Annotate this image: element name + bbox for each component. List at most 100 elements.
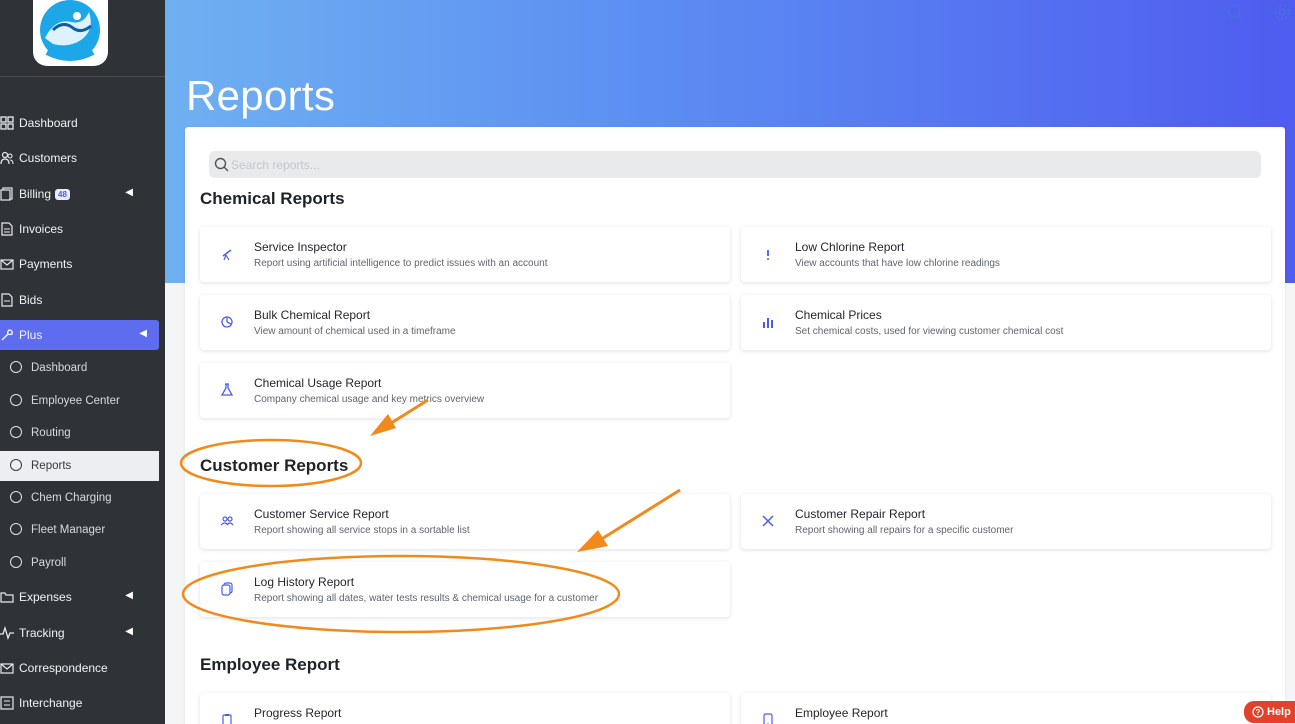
clipboard-icon <box>222 714 232 724</box>
billing-count-badge: 48 <box>55 189 70 200</box>
bar-chart-icon <box>763 318 773 328</box>
report-description: Report showing all repairs for a specifi… <box>795 525 1014 536</box>
dashboard-icon <box>0 116 14 130</box>
report-title: Employee Report <box>795 706 888 720</box>
exclamation-icon <box>767 250 769 260</box>
payments-icon <box>0 259 14 270</box>
sidebar-subitem-label: Reports <box>31 460 72 472</box>
chevron-left-icon: ◀ <box>125 590 133 601</box>
sidebar-divider <box>0 76 165 77</box>
sidebar-item-invoices[interactable]: Invoices <box>0 214 159 244</box>
report-description: Report showing all dates, water tests re… <box>254 593 599 604</box>
sidebar-item-customers[interactable]: Customers <box>0 143 159 173</box>
reports-panel <box>185 127 1285 724</box>
report-title: Log History Report <box>254 575 355 589</box>
search-bar[interactable] <box>209 151 1261 178</box>
sidebar-subitem-chem-charging[interactable]: Chem Charging <box>0 483 159 513</box>
sidebar-subitem-label: Routing <box>31 427 71 439</box>
help-icon: ? <box>1252 706 1264 718</box>
report-description: Report showing all service stops in a so… <box>254 525 470 536</box>
sidebar-item-label: Correspondence <box>19 661 108 675</box>
copy-icon <box>221 582 233 596</box>
search-input[interactable] <box>231 151 1251 178</box>
report-description: Set chemical costs, used for viewing cus… <box>795 326 1064 337</box>
section-title-employee-report: Employee Report <box>200 655 340 674</box>
sidebar-subitem-label: Chem Charging <box>31 492 112 504</box>
svg-text:?: ? <box>1256 708 1261 717</box>
sidebar-subitem-employee-center[interactable]: Employee Center <box>0 386 159 416</box>
sidebar-item-dashboard[interactable]: Dashboard <box>0 108 159 138</box>
report-title: Customer Repair Report <box>795 507 926 521</box>
report-card-log-history[interactable]: Log History Report Report showing all da… <box>200 562 730 617</box>
report-description: View accounts that have low chlorine rea… <box>795 258 1000 269</box>
sidebar-item-label: Customers <box>19 151 78 165</box>
chevron-left-icon: ◀ <box>125 626 133 637</box>
sidebar-subitem-reports[interactable]: Reports <box>0 451 159 481</box>
sidebar-item-label: Billing <box>19 187 52 201</box>
search-icon <box>214 157 229 172</box>
report-title: Chemical Usage Report <box>254 376 382 390</box>
sidebar-item-label: Dashboard <box>19 116 78 130</box>
exchange-icon <box>0 696 14 710</box>
sidebar-item-billing[interactable]: Billing 48 ◀ <box>0 179 159 209</box>
sidebar-item-expenses[interactable]: Expenses ◀ <box>0 582 159 612</box>
report-card-low-chlorine[interactable]: Low Chlorine Report View accounts that h… <box>741 227 1271 282</box>
report-card-chemical-usage[interactable]: Chemical Usage Report Company chemical u… <box>200 363 730 418</box>
sidebar-subitem-payroll[interactable]: Payroll <box>0 548 159 578</box>
sidebar-subitem-dashboard[interactable]: Dashboard <box>0 353 159 383</box>
sidebar: Dashboard Customers Billing 48 ◀ Invoices… <box>0 0 165 724</box>
help-button[interactable]: ? Help <box>1244 701 1295 723</box>
sidebar-subitem-routing[interactable]: Routing <box>0 418 159 448</box>
report-card-customer-repair[interactable]: Customer Repair Report Report showing al… <box>741 494 1271 549</box>
search-icon[interactable] <box>1226 3 1244 21</box>
sidebar-item-correspondence[interactable]: Correspondence <box>0 653 159 683</box>
sidebar-item-payments[interactable]: Payments <box>0 249 159 279</box>
help-label: Help <box>1267 706 1291 718</box>
activity-icon <box>0 626 14 640</box>
section-title-chemical-reports: Chemical Reports <box>200 189 345 208</box>
circle-icon <box>10 491 22 503</box>
sidebar-subitem-label: Dashboard <box>31 362 88 374</box>
sidebar-item-interchange[interactable]: Interchange <box>0 688 159 718</box>
sidebar-item-label: Bids <box>19 293 43 307</box>
sidebar-item-label: Payments <box>19 257 73 271</box>
report-description: Report using artificial intelligence to … <box>254 258 548 269</box>
people-icon <box>220 516 234 526</box>
report-title: Progress Report <box>254 706 342 720</box>
users-icon <box>0 151 14 165</box>
folder-icon <box>0 592 14 603</box>
invoice-icon <box>1 222 13 236</box>
flask-icon <box>220 383 234 396</box>
mail-icon <box>0 663 14 674</box>
circle-icon <box>10 361 22 373</box>
chevron-left-icon: ◀ <box>139 328 147 339</box>
sidebar-item-label: Expenses <box>19 590 72 604</box>
company-logo[interactable] <box>33 0 108 66</box>
report-card-service-inspector[interactable]: Service Inspector Report using artificia… <box>200 227 730 282</box>
report-title: Service Inspector <box>254 240 347 254</box>
report-card-customer-service[interactable]: Customer Service Report Report showing a… <box>200 494 730 549</box>
sidebar-subitem-fleet-manager[interactable]: Fleet Manager <box>0 515 159 545</box>
sidebar-item-label-wrap: Billing 48 <box>19 187 70 201</box>
report-card-chemical-prices[interactable]: Chemical Prices Set chemical costs, used… <box>741 295 1271 350</box>
chevron-left-icon: ◀ <box>125 187 133 198</box>
pie-chart-icon <box>221 316 233 328</box>
report-card-bulk-chemical[interactable]: Bulk Chemical Report View amount of chem… <box>200 295 730 350</box>
report-card-employee[interactable]: Employee Report <box>741 693 1271 724</box>
page-title: Reports <box>186 72 336 119</box>
circle-icon <box>10 523 22 535</box>
report-card-progress[interactable]: Progress Report <box>200 693 730 724</box>
report-title: Chemical Prices <box>795 308 882 322</box>
sidebar-item-tracking[interactable]: Tracking ◀ <box>0 618 159 648</box>
sidebar-item-bids[interactable]: Bids <box>0 285 159 315</box>
sidebar-item-label: Interchange <box>19 696 83 710</box>
sidebar-subitem-label: Employee Center <box>31 395 120 407</box>
section-title-customer-reports: Customer Reports <box>200 456 349 475</box>
bids-icon <box>1 293 13 307</box>
billing-icon <box>0 187 13 201</box>
sidebar-item-plus[interactable]: Plus ◀ <box>0 320 159 350</box>
circle-icon <box>10 426 22 438</box>
gear-icon[interactable] <box>1273 3 1291 21</box>
report-description: Company chemical usage and key metrics o… <box>254 394 485 405</box>
report-title: Customer Service Report <box>254 507 389 521</box>
